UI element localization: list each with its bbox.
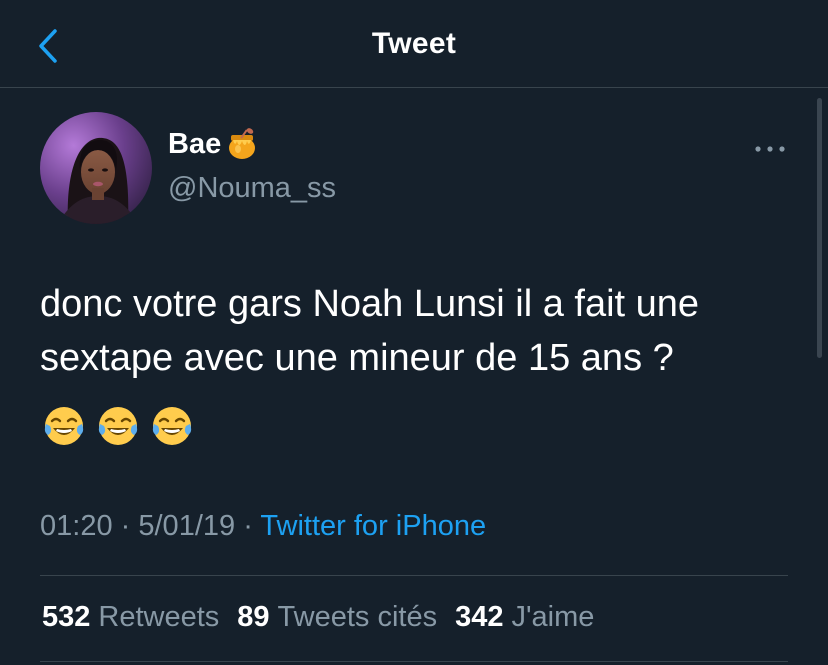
avatar[interactable] — [40, 112, 152, 224]
profile-photo — [40, 112, 152, 224]
quotes-label: Tweets cités — [277, 601, 438, 633]
more-dots-icon — [755, 146, 785, 152]
more-options-button[interactable] — [750, 136, 790, 162]
likes-stat[interactable]: 342 J'aime — [455, 601, 594, 634]
separator: · — [120, 510, 131, 542]
retweets-count: 532 — [42, 601, 91, 633]
divider — [40, 661, 788, 662]
tweet-metadata: 01:20 · 5/01/19 · Twitter for iPhone — [40, 510, 486, 543]
laughing-tears-emoji-icon — [44, 407, 84, 445]
honey-pot-icon — [225, 127, 259, 161]
quotes-count: 89 — [237, 601, 270, 633]
tweet-text-line: donc votre gars Noah Lunsi il a fait une — [40, 283, 700, 325]
page-title: Tweet — [371, 27, 457, 60]
laughing-tears-emoji-icon — [98, 407, 138, 445]
tweet-text: donc votre gars Noah Lunsi il a fait une… — [40, 277, 800, 385]
quote-tweets-stat[interactable]: 89 Tweets cités — [237, 601, 437, 634]
separator: · — [243, 510, 253, 542]
likes-label: J'aime — [511, 601, 595, 633]
scrollbar[interactable] — [817, 98, 822, 358]
retweets-label: Retweets — [98, 601, 220, 633]
tweet-source-link[interactable]: Twitter for iPhone — [260, 510, 486, 542]
tweet-date: 5/01/19 — [138, 510, 236, 542]
retweets-stat[interactable]: 532 Retweets — [42, 601, 219, 634]
divider — [40, 575, 788, 576]
tweet-stats: 532 Retweets 89 Tweets cités 342 J'aime — [42, 601, 594, 634]
display-name-row[interactable]: Bae — [168, 127, 259, 161]
tweet-time: 01:20 — [40, 510, 113, 542]
emoji-row — [42, 404, 194, 448]
laughing-tears-emoji-icon — [152, 407, 192, 445]
display-name: Bae — [168, 127, 222, 160]
tweet-text-line: sextape avec une mineur de 15 ans ? — [40, 337, 674, 379]
user-handle[interactable]: @Nouma_ss — [168, 172, 336, 205]
top-bar: Tweet — [0, 0, 828, 88]
likes-count: 342 — [455, 601, 504, 633]
